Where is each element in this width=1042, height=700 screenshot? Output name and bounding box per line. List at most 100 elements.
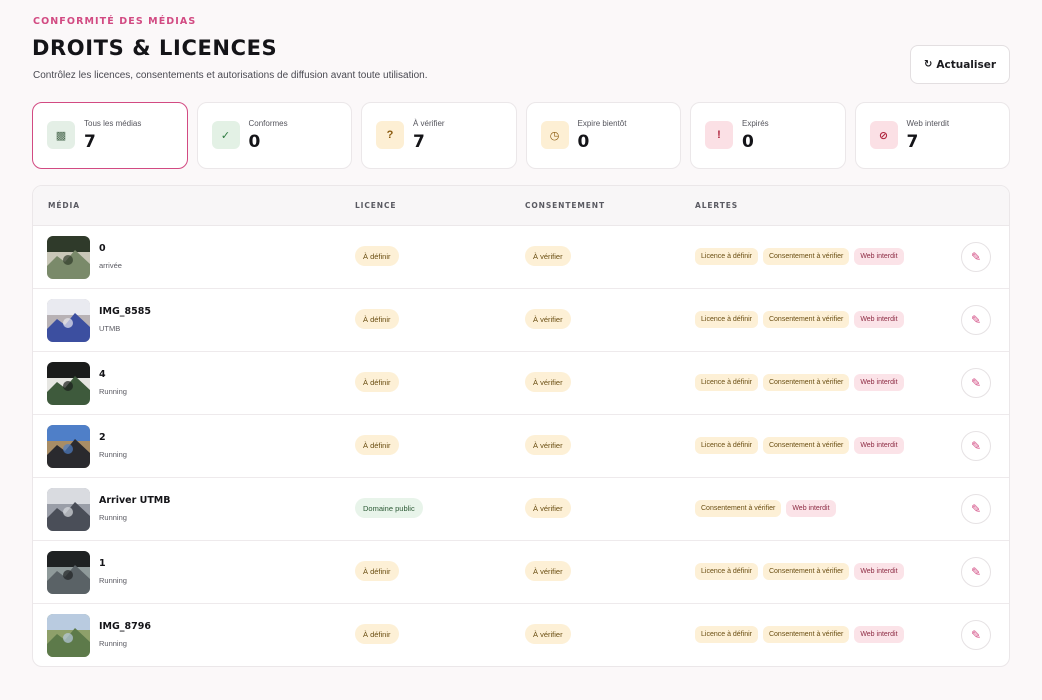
check-icon: ✓ xyxy=(211,121,240,149)
stat-card-5[interactable]: ⊘ Web interdit 7 xyxy=(854,102,1010,169)
table-row[interactable]: 4 Running À définir À vérifier Licence à déf… xyxy=(33,352,1009,415)
stat-card-1[interactable]: ✓ Conformes 0 xyxy=(196,102,352,169)
alert-badge: Web interdit xyxy=(854,311,904,328)
media-name: Arriver UTMB xyxy=(99,495,171,506)
alert-badge: Licence à définir xyxy=(695,563,758,580)
alerts-group: Licence à définir Consentement à vérifier… xyxy=(695,311,904,328)
stat-label: Conformes xyxy=(248,119,288,128)
edit-button[interactable]: ✎ xyxy=(961,242,991,272)
alert-badge: Web interdit xyxy=(854,374,904,391)
media-name: IMG_8796 xyxy=(99,621,151,632)
edit-button[interactable]: ✎ xyxy=(961,620,991,650)
edit-button[interactable]: ✎ xyxy=(961,557,991,587)
licence-badge: À définir xyxy=(355,246,399,266)
alert-badge: Web interdit xyxy=(786,500,836,517)
media-category: Running xyxy=(99,639,127,648)
alert-icon: ! xyxy=(705,121,733,149)
media-category: UTMB xyxy=(99,324,121,333)
stat-card-0[interactable]: ▩ Tous les médias 7 xyxy=(32,102,188,169)
edit-button[interactable]: ✎ xyxy=(961,431,991,461)
refresh-button[interactable]: ↻ Actualiser xyxy=(910,45,1010,84)
stat-card-2[interactable]: ? À vérifier 7 xyxy=(361,102,517,169)
media-category: Running xyxy=(99,513,127,522)
alerts-group: Licence à définir Consentement à vérifier… xyxy=(695,626,904,643)
pencil-icon: ✎ xyxy=(970,376,982,390)
edit-button[interactable]: ✎ xyxy=(961,305,991,335)
refresh-button-label: Actualiser xyxy=(936,58,997,71)
consent-badge: À vérifier xyxy=(525,246,571,266)
media-name: IMG_8585 xyxy=(99,306,151,317)
grid-icon: ▩ xyxy=(47,121,75,149)
consent-badge: À vérifier xyxy=(525,372,571,392)
alert-badge: Consentement à vérifier xyxy=(762,563,850,580)
column-header-media: MÉDIA xyxy=(48,201,80,210)
page-eyebrow: CONFORMITÉ DES MÉDIAS xyxy=(33,16,197,27)
question-icon: ? xyxy=(376,121,404,149)
alert-badge: Consentement à vérifier xyxy=(762,626,850,643)
media-category: Running xyxy=(99,387,127,396)
stat-label: À vérifier xyxy=(413,119,445,128)
edit-button[interactable]: ✎ xyxy=(961,368,991,398)
licence-badge: À définir xyxy=(355,372,399,392)
media-name: 0 xyxy=(99,243,106,254)
alerts-group: Consentement à vérifier Web interdit xyxy=(695,500,836,517)
stat-card-4[interactable]: ! Expirés 0 xyxy=(690,102,846,169)
pencil-icon: ✎ xyxy=(970,250,982,264)
edit-button[interactable]: ✎ xyxy=(961,494,991,524)
column-header-alerts: ALERTES xyxy=(695,201,739,210)
consent-badge: À vérifier xyxy=(525,624,571,644)
alert-badge: Licence à définir xyxy=(695,311,758,328)
media-name: 1 xyxy=(99,558,106,569)
alerts-group: Licence à définir Consentement à vérifier… xyxy=(695,563,904,580)
table-row[interactable]: IMG_8585 UTMB À définir À vérifier Licence à… xyxy=(33,289,1009,352)
media-category: Running xyxy=(99,576,127,585)
alert-badge: Consentement à vérifier xyxy=(762,374,850,391)
stat-label: Expirés xyxy=(742,119,769,128)
pencil-icon: ✎ xyxy=(970,628,982,642)
alert-badge: Licence à définir xyxy=(695,374,758,391)
rights-licences-page: CONFORMITÉ DES MÉDIAS DROITS & LICENCES … xyxy=(0,0,1042,700)
media-thumbnail[interactable] xyxy=(47,362,90,405)
stat-value: 7 xyxy=(84,132,96,152)
table-row[interactable]: 1 Running À définir À vérifier Licence à déf… xyxy=(33,541,1009,604)
stat-label: Web interdit xyxy=(906,119,950,128)
media-thumbnail[interactable] xyxy=(47,236,90,279)
media-name: 2 xyxy=(99,432,106,443)
media-category: Running xyxy=(99,450,127,459)
alert-badge: Consentement à vérifier xyxy=(695,500,782,517)
page-title: DROITS & LICENCES xyxy=(32,36,278,60)
table-body: 0 arrivée À définir À vérifier Licence à déf… xyxy=(33,226,1009,666)
alerts-group: Licence à définir Consentement à vérifier… xyxy=(695,248,904,265)
media-thumbnail[interactable] xyxy=(47,614,90,657)
alert-badge: Licence à définir xyxy=(695,437,758,454)
table-row[interactable]: 0 arrivée À définir À vérifier Licence à déf… xyxy=(33,226,1009,289)
stat-value: 0 xyxy=(248,132,261,152)
table-row[interactable]: 2 Running À définir À vérifier Licence à déf… xyxy=(33,415,1009,478)
alert-badge: Web interdit xyxy=(854,248,904,265)
licence-badge: À définir xyxy=(355,435,399,455)
stat-card-3[interactable]: ◷ Expire bientôt 0 xyxy=(525,102,681,169)
table-row[interactable]: Arriver UTMB Running Domaine public À vérif… xyxy=(33,478,1009,541)
alert-badge: Consentement à vérifier xyxy=(762,248,850,265)
alert-badge: Licence à définir xyxy=(695,248,758,265)
alert-badge: Consentement à vérifier xyxy=(762,437,850,454)
consent-badge: À vérifier xyxy=(525,561,571,581)
media-thumbnail[interactable] xyxy=(47,425,90,468)
alert-badge: Licence à définir xyxy=(695,626,758,643)
stat-value: 0 xyxy=(742,132,754,152)
stat-value: 0 xyxy=(577,132,590,152)
column-header-consent: CONSENTEMENT xyxy=(525,201,605,210)
page-subtitle: Contrôlez les licences, consentements et… xyxy=(33,70,428,81)
consent-badge: À vérifier xyxy=(525,498,571,518)
media-thumbnail[interactable] xyxy=(47,299,90,342)
media-thumbnail[interactable] xyxy=(47,551,90,594)
table-row[interactable]: IMG_8796 Running À définir À vérifier Licenc… xyxy=(33,604,1009,666)
licence-badge: Domaine public xyxy=(355,498,423,518)
alerts-group: Licence à définir Consentement à vérifier… xyxy=(695,437,904,454)
consent-badge: À vérifier xyxy=(525,309,571,329)
stat-value: 7 xyxy=(413,132,425,152)
alerts-group: Licence à définir Consentement à vérifier… xyxy=(695,374,904,391)
pencil-icon: ✎ xyxy=(970,439,982,453)
media-thumbnail[interactable] xyxy=(47,488,90,531)
stat-label: Expire bientôt xyxy=(577,119,627,128)
